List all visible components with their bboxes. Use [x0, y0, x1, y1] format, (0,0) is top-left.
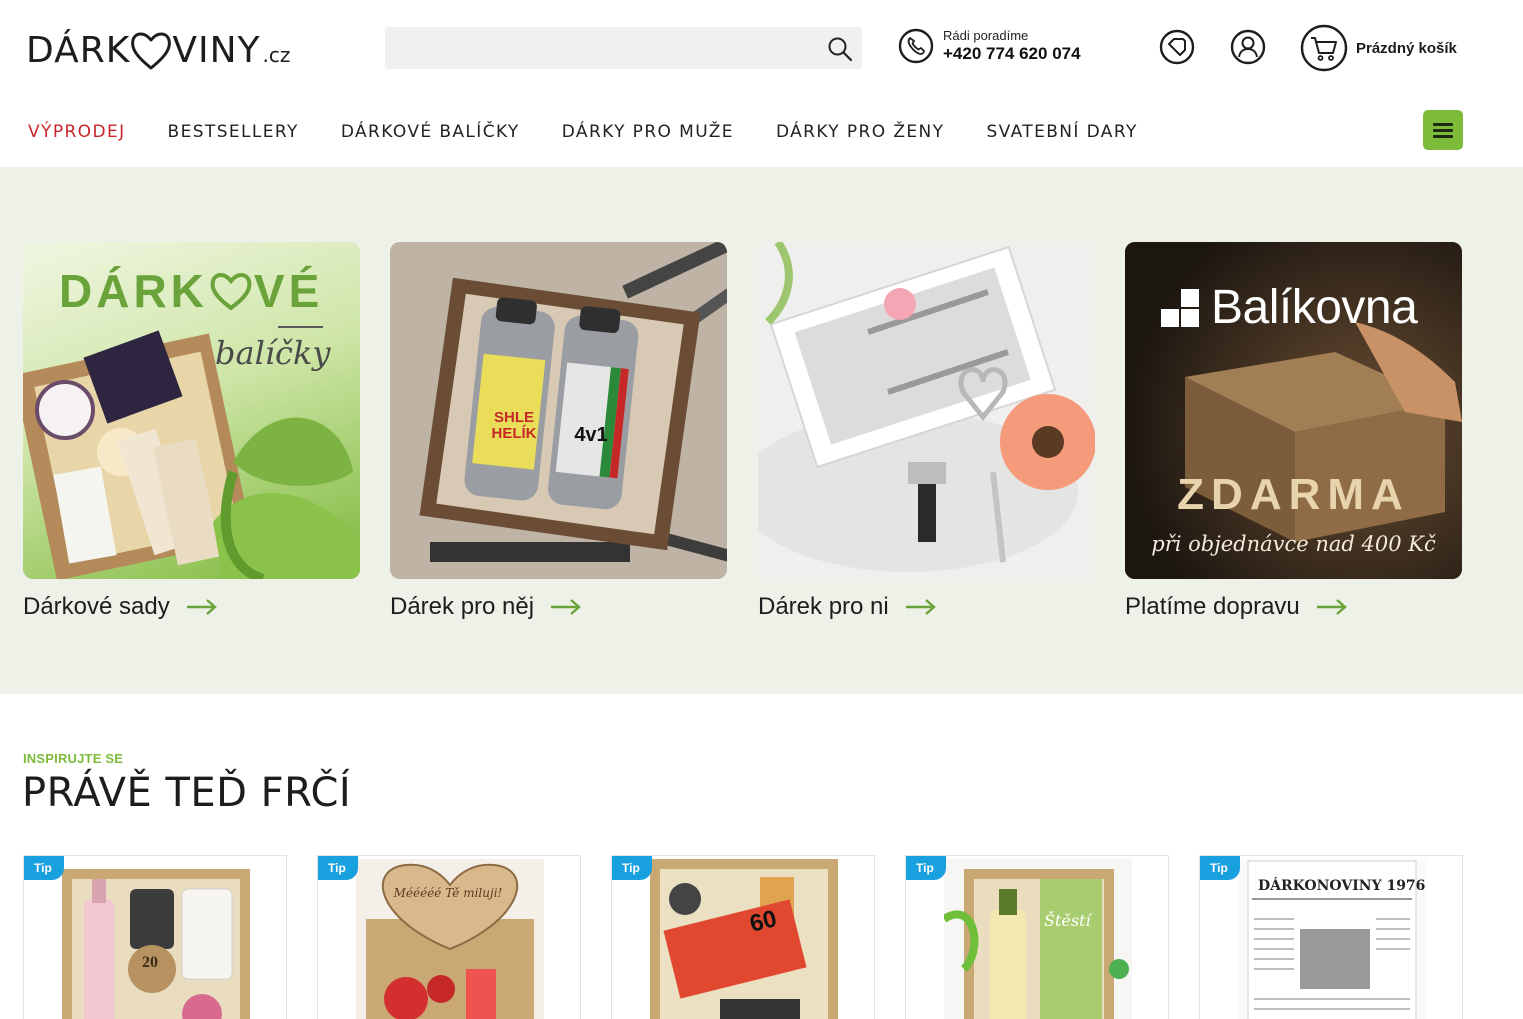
tip-badge: Tip	[906, 856, 946, 880]
hero-tile-gift-for-him[interactable]: SHLE HELÍK 4v1 Dárek pro něj	[390, 242, 727, 621]
cart-icon	[1300, 24, 1348, 72]
nav-item-bestsellers[interactable]: BESTSELLERY	[168, 122, 299, 142]
balikovna-text: Balíkovna	[1211, 281, 1418, 334]
search-box	[385, 27, 862, 69]
product-card[interactable]: Tip Mééééé Tě miluji!	[317, 855, 581, 1019]
cart-label: Prázdný košík	[1356, 39, 1457, 57]
product-card[interactable]: Tip Štěstí	[905, 855, 1169, 1019]
nav-item-gift-packages[interactable]: DÁRKOVÉ BALÍČKY	[341, 122, 520, 142]
balikovna-logo: Balíkovna	[1159, 280, 1418, 335]
heart-tag-icon[interactable]	[1159, 29, 1195, 65]
tip-badge: Tip	[1200, 856, 1240, 880]
product-image[interactable]	[650, 859, 838, 1019]
logo-tld: .cz	[262, 43, 291, 67]
product-image[interactable]	[62, 859, 250, 1019]
phone-icon	[898, 28, 934, 64]
tile-image-gift-sets[interactable]: DÁRK VÉ balíčky	[23, 242, 360, 579]
product-image[interactable]	[356, 859, 544, 1019]
tile-label-text: Dárek pro ni	[758, 593, 889, 620]
product-art-text: Mééééé Tě miluji!	[393, 886, 503, 900]
tip-badge: Tip	[612, 856, 652, 880]
art-heart-icon	[210, 273, 252, 311]
user-icon[interactable]	[1230, 29, 1266, 65]
product-image[interactable]	[944, 859, 1132, 1019]
nav-item-wedding-gifts[interactable]: SVATEBNÍ DARY	[986, 122, 1137, 142]
site-header: DÁRK VINY .cz Rádi poradíme +420 774 620…	[0, 0, 1523, 96]
product-card[interactable]: Tip 60	[611, 855, 875, 1019]
hero-tile-gift-for-her[interactable]: Dárek pro ni	[758, 242, 1095, 621]
section-eyebrow: INSPIRUJTE SE	[23, 751, 124, 766]
hero-tile-free-shipping[interactable]: Balíkovna ZDARMA při objednávce nad 400 …	[1125, 242, 1462, 621]
cart-button[interactable]: Prázdný košík	[1300, 24, 1457, 72]
logo-text-left: DÁRK	[26, 29, 131, 71]
search-input[interactable]	[385, 27, 815, 69]
tile-art-title-right: VÉ	[253, 265, 324, 317]
logo-text-right: VINY	[172, 29, 261, 71]
tile-label-gift-for-her[interactable]: Dárek pro ni	[758, 593, 1095, 621]
tile-art-bottle-1: SHLE HELÍK	[491, 409, 537, 442]
free-shipping-note: při objednávce nad 400 Kč	[1151, 532, 1436, 556]
tile-label-gift-sets[interactable]: Dárkové sady	[23, 593, 360, 621]
tile-label-text: Platíme dopravu	[1125, 593, 1300, 620]
nav-item-sale[interactable]: VÝPRODEJ	[28, 122, 126, 142]
site-logo[interactable]: DÁRK VINY .cz	[26, 26, 290, 74]
tile-label-gift-for-him[interactable]: Dárek pro něj	[390, 593, 727, 621]
tile-image-gift-for-her[interactable]	[758, 242, 1095, 579]
arrow-right-icon	[905, 599, 936, 615]
arrow-right-icon	[551, 599, 581, 615]
main-nav: VÝPRODEJ BESTSELLERY DÁRKOVÉ BALÍČKY DÁR…	[28, 122, 1180, 142]
product-art-text: Štěstí	[1044, 911, 1091, 930]
logo-heart-icon	[131, 32, 172, 70]
hero-tile-gift-sets[interactable]: DÁRK VÉ balíčky Dárkové sady	[23, 242, 360, 621]
tile-label-free-shipping[interactable]: Platíme dopravu	[1125, 593, 1462, 621]
phone-caption: Rádi poradíme	[943, 28, 1029, 43]
tile-art-title-left: DÁRK	[59, 265, 208, 317]
balikovna-logo-icon	[1161, 288, 1199, 327]
nav-item-gifts-for-men[interactable]: DÁRKY PRO MUŽE	[562, 122, 734, 142]
arrow-right-icon	[186, 599, 217, 615]
hero-banner: DÁRK VÉ balíčky Dárkové sady SHLE HELÍK …	[0, 167, 1523, 694]
phone-number[interactable]: +420 774 620 074	[943, 44, 1081, 64]
product-card[interactable]: Tip 20	[23, 855, 287, 1019]
art-divider	[278, 326, 323, 328]
tip-badge: Tip	[24, 856, 64, 880]
search-icon[interactable]	[826, 35, 854, 63]
tile-image-free-shipping[interactable]: Balíkovna ZDARMA při objednávce nad 400 …	[1125, 242, 1462, 579]
hamburger-icon[interactable]	[1423, 110, 1463, 150]
section-title: PRÁVĚ TEĎ FRČÍ	[22, 770, 352, 816]
tile-art-subtitle: balíčky	[215, 334, 331, 372]
product-art-text: DÁRKONOVINY 1976	[1258, 878, 1426, 894]
arrow-right-icon	[1316, 599, 1347, 615]
contact-phone[interactable]: Rádi poradíme +420 774 620 074	[898, 28, 1081, 64]
tile-art-bottle-2: 4v1	[574, 424, 608, 446]
tile-label-text: Dárkové sady	[23, 593, 170, 620]
product-art-text: 20	[142, 954, 158, 971]
tile-image-gift-for-him[interactable]: SHLE HELÍK 4v1	[390, 242, 727, 579]
free-shipping-text: ZDARMA	[1177, 470, 1410, 519]
tile-art-title: DÁRK VÉ	[59, 264, 323, 318]
nav-item-gifts-for-women[interactable]: DÁRKY PRO ŽENY	[776, 122, 945, 142]
product-card[interactable]: Tip DÁRKONOVINY 1976	[1199, 855, 1463, 1019]
tile-label-text: Dárek pro něj	[390, 593, 535, 620]
tip-badge: Tip	[318, 856, 358, 880]
